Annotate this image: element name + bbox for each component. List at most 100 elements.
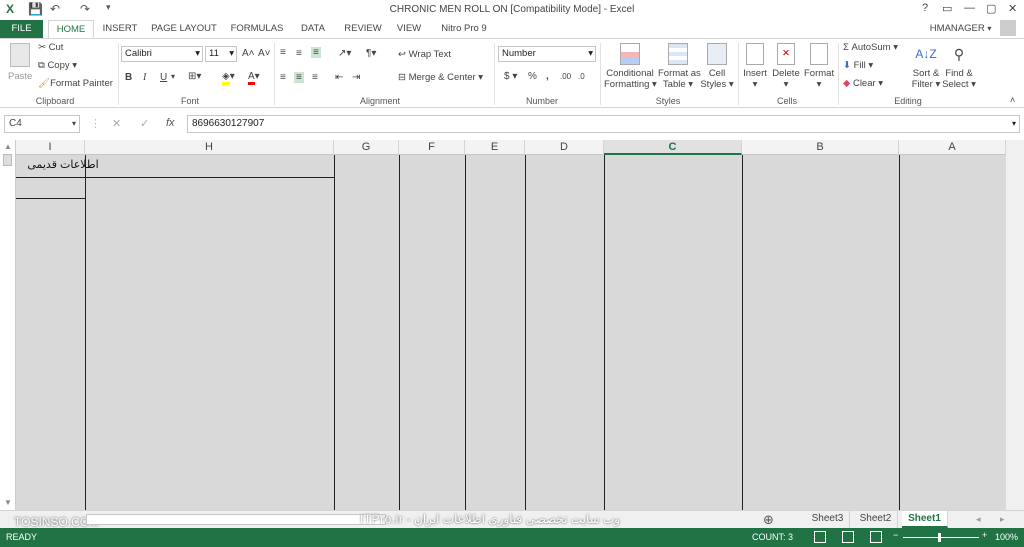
tab-formulas[interactable]: FORMULAS bbox=[226, 20, 288, 38]
decrease-decimal-icon[interactable]: .0 bbox=[578, 72, 585, 81]
worksheet-grid[interactable]: I H G F E D C B A ▲ ▼ اطلاعات قدیمی bbox=[0, 140, 1024, 510]
increase-indent-icon[interactable]: ⇥ bbox=[352, 72, 360, 83]
paste-button[interactable]: Paste bbox=[8, 43, 32, 83]
new-sheet-button[interactable]: ⊕ bbox=[763, 512, 774, 528]
avatar bbox=[1000, 20, 1016, 37]
chevron-down-icon[interactable]: ▾ bbox=[171, 72, 175, 81]
maximize-button[interactable]: ▢ bbox=[986, 2, 996, 15]
column-header-i[interactable]: I bbox=[16, 140, 85, 155]
help-button[interactable]: ? bbox=[922, 2, 928, 14]
page-break-view-icon[interactable] bbox=[870, 531, 882, 543]
formula-input[interactable]: 8696630127907 ▾ bbox=[187, 115, 1020, 133]
increase-decimal-icon[interactable]: .00 bbox=[560, 72, 571, 81]
vertical-scroll-thumb[interactable] bbox=[3, 154, 12, 166]
tab-page-layout[interactable]: PAGE LAYOUT bbox=[148, 20, 220, 38]
align-center-icon[interactable]: ≡ bbox=[294, 72, 304, 83]
insert-function-button[interactable]: fx bbox=[166, 117, 175, 129]
zoom-out-icon[interactable]: − bbox=[893, 530, 898, 540]
sheet-tab-sheet3[interactable]: Sheet3 bbox=[806, 511, 850, 528]
scroll-up-icon[interactable]: ▲ bbox=[4, 142, 12, 151]
close-button[interactable]: ✕ bbox=[1008, 2, 1017, 15]
merge-center-button[interactable]: ⊟ Merge & Center ▾ bbox=[398, 72, 483, 83]
font-name-select[interactable]: Calibri ▾ bbox=[121, 46, 203, 62]
clear-button[interactable]: ◆ Clear ▾ bbox=[843, 78, 883, 89]
align-right-icon[interactable]: ≡ bbox=[312, 72, 318, 83]
find-label: Find & bbox=[945, 68, 973, 79]
fill-button[interactable]: ⬇ Fill ▾ bbox=[843, 60, 873, 71]
column-header-c[interactable]: C bbox=[604, 140, 742, 155]
sigma-icon: Σ bbox=[843, 42, 852, 53]
align-top-icon[interactable]: ≡ bbox=[280, 47, 286, 58]
bold-button[interactable]: B bbox=[125, 72, 132, 83]
align-left-icon[interactable]: ≡ bbox=[280, 72, 286, 83]
horizontal-scrollbar[interactable] bbox=[86, 514, 386, 525]
format-painter-button[interactable]: 🖌Format Painter bbox=[38, 78, 113, 89]
conditional-formatting-button[interactable]: Conditional Formatting ▾ bbox=[604, 43, 657, 90]
column-header-a[interactable]: A bbox=[899, 140, 1006, 155]
find-select-button[interactable]: ⚲ Find & Select ▾ bbox=[942, 43, 976, 90]
tab-home[interactable]: HOME bbox=[48, 20, 94, 38]
cell-border bbox=[742, 155, 743, 510]
format-as-table-button[interactable]: Format as Table ▾ bbox=[658, 43, 701, 90]
delete-cells-button[interactable]: ✕ Delete ▾ bbox=[772, 43, 800, 90]
column-header-b[interactable]: B bbox=[742, 140, 899, 155]
sheet-tab-sheet1[interactable]: Sheet1 bbox=[902, 511, 948, 528]
zoom-slider[interactable] bbox=[903, 537, 979, 538]
cancel-entry-icon[interactable]: ✕ bbox=[112, 117, 121, 130]
copy-label: Copy bbox=[47, 60, 70, 71]
number-format-select[interactable]: Number ▾ bbox=[498, 46, 596, 62]
tab-file[interactable]: FILE bbox=[0, 20, 43, 38]
tab-review[interactable]: REVIEW bbox=[338, 20, 388, 38]
column-header-h[interactable]: H bbox=[85, 140, 334, 155]
merged-cell-text[interactable]: اطلاعات قدیمی bbox=[18, 158, 108, 171]
collapse-ribbon-icon[interactable]: ˄ bbox=[1010, 95, 1015, 105]
sheet-tab-sheet2[interactable]: Sheet2 bbox=[854, 511, 898, 528]
column-header-e[interactable]: E bbox=[465, 140, 525, 155]
percent-button[interactable]: % bbox=[528, 71, 537, 82]
sort-filter-button[interactable]: A↓Z Sort & Filter ▾ bbox=[910, 43, 942, 90]
zoom-in-icon[interactable]: + bbox=[982, 530, 987, 540]
tab-data[interactable]: DATA bbox=[294, 20, 332, 38]
increase-font-icon[interactable]: A˄ bbox=[242, 48, 255, 59]
font-color-icon[interactable]: A▾ bbox=[248, 71, 260, 85]
currency-button[interactable]: $ ▾ bbox=[504, 71, 517, 82]
ribbon-display-button[interactable]: ▭ bbox=[942, 2, 952, 15]
comma-button[interactable]: , bbox=[546, 71, 549, 82]
tab-view[interactable]: VIEW bbox=[392, 20, 426, 38]
name-box[interactable]: C4 ▾ bbox=[4, 115, 80, 133]
decrease-font-icon[interactable]: A˅ bbox=[258, 48, 271, 59]
column-header-f[interactable]: F bbox=[399, 140, 465, 155]
status-bar: READY COUNT: 3 − + 100% bbox=[0, 528, 1024, 547]
scroll-down-icon[interactable]: ▼ bbox=[4, 498, 12, 507]
fill-color-icon[interactable]: ◈▾ bbox=[222, 71, 235, 85]
orientation-icon[interactable]: ↗▾ bbox=[338, 48, 351, 59]
confirm-entry-icon[interactable]: ✓ bbox=[140, 117, 149, 130]
copy-button[interactable]: ⧉ Copy ▾ bbox=[38, 60, 77, 71]
borders-icon[interactable]: ⊞▾ bbox=[188, 71, 201, 82]
scroll-tabs-right-icon[interactable]: ▸ bbox=[1000, 514, 1005, 525]
normal-view-icon[interactable] bbox=[814, 531, 826, 543]
cell-styles-button[interactable]: Cell Styles ▾ bbox=[700, 43, 734, 90]
underline-button[interactable]: U bbox=[160, 72, 167, 83]
cut-button[interactable]: ✂ Cut bbox=[38, 42, 63, 53]
autosum-button[interactable]: Σ AutoSum ▾ bbox=[843, 42, 898, 53]
scroll-tabs-left-icon[interactable]: ◂ bbox=[976, 514, 981, 525]
rtl-icon[interactable]: ¶▾ bbox=[366, 48, 376, 59]
font-size-select[interactable]: 11 ▾ bbox=[205, 46, 237, 62]
page-layout-view-icon[interactable] bbox=[842, 531, 854, 543]
tab-nitro[interactable]: Nitro Pro 9 bbox=[436, 20, 492, 38]
column-header-d[interactable]: D bbox=[525, 140, 604, 155]
decrease-indent-icon[interactable]: ⇤ bbox=[335, 72, 343, 83]
minimize-button[interactable]: — bbox=[964, 2, 975, 14]
zoom-level[interactable]: 100% bbox=[995, 532, 1018, 542]
user-account[interactable]: HMANAGER ▾ bbox=[930, 20, 1016, 38]
column-header-g[interactable]: G bbox=[334, 140, 399, 155]
tab-insert[interactable]: INSERT bbox=[98, 20, 142, 38]
wrap-text-button[interactable]: ↩ Wrap Text bbox=[398, 49, 451, 60]
align-middle-icon[interactable]: ≡ bbox=[296, 48, 302, 59]
insert-cells-button[interactable]: Insert ▾ bbox=[742, 43, 768, 90]
zoom-slider-thumb[interactable] bbox=[938, 533, 941, 542]
format-cells-button[interactable]: Format ▾ bbox=[804, 43, 834, 90]
align-bottom-icon[interactable]: ≡ bbox=[311, 47, 321, 58]
italic-button[interactable]: I bbox=[143, 72, 146, 83]
